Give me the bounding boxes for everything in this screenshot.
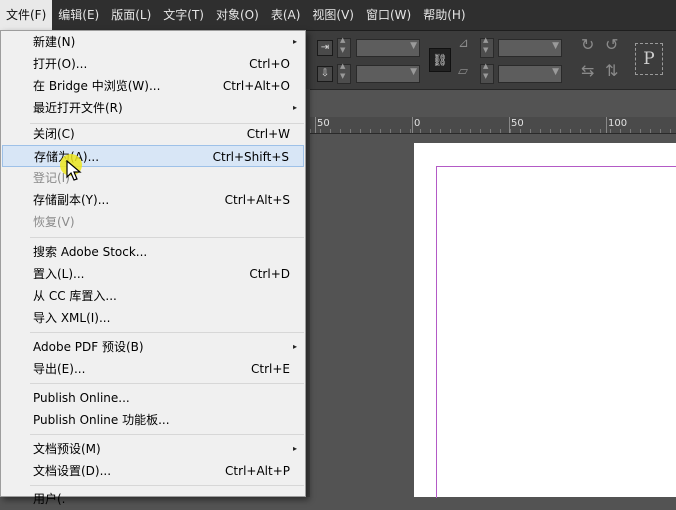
- ruler-tick: 50: [317, 118, 330, 129]
- spinner-angle[interactable]: [480, 36, 494, 58]
- shear-icon: ▱: [458, 64, 468, 79]
- menu-item-publish-online[interactable]: Publish Online...: [2, 387, 304, 409]
- menu-item-document-presets[interactable]: 文档预设(M) ▸: [2, 438, 304, 460]
- menu-item-adobe-pdf-presets[interactable]: Adobe PDF 预设(B) ▸: [2, 336, 304, 358]
- flip-vertical-icon[interactable]: ⇅: [605, 61, 618, 80]
- menu-item-publish-online-panel[interactable]: Publish Online 功能板...: [2, 409, 304, 431]
- align-bottom-icon[interactable]: ⇩: [317, 66, 333, 82]
- control-panel: ⇥ ▼ ⇩ ▼ ⛓ ⊿ ▼ ▱ ▼ ↻ ↺ ⇆ ⇅ P: [300, 31, 676, 90]
- menu-item-close[interactable]: 关闭(C) Ctrl+W: [2, 123, 304, 145]
- spinner-top[interactable]: [337, 36, 351, 58]
- menu-layout[interactable]: 版面(L): [105, 0, 157, 30]
- menu-item-check-in: 登记(I): [33, 171, 70, 185]
- menu-object[interactable]: 对象(O): [210, 0, 265, 30]
- ruler-tick: 0: [414, 118, 421, 129]
- spinner-shear[interactable]: [480, 62, 494, 84]
- menu-window[interactable]: 窗口(W): [360, 0, 417, 30]
- menu-item-open[interactable]: 打开(O)... Ctrl+O: [2, 53, 304, 75]
- submenu-arrow-icon: ▸: [292, 342, 297, 351]
- menu-separator: [30, 485, 304, 486]
- chain-link-icon[interactable]: ⛓: [429, 48, 451, 72]
- reference-point-p-icon[interactable]: P: [635, 43, 663, 75]
- menu-item-document-setup[interactable]: 文档设置(D)... Ctrl+Alt+P: [2, 460, 304, 482]
- menu-item-open-recent[interactable]: 最近打开文件(R) ▸: [2, 97, 304, 119]
- menu-item-place[interactable]: 置入(L)... Ctrl+D: [2, 263, 304, 285]
- mouse-pointer-icon: [66, 160, 82, 181]
- menu-item-save-as[interactable]: 存储为(A)... Ctrl+Shift+S: [2, 145, 304, 167]
- menu-table[interactable]: 表(A): [265, 0, 307, 30]
- rotate-cw-icon[interactable]: ↻: [581, 35, 594, 54]
- menu-help[interactable]: 帮助(H): [417, 0, 471, 30]
- flip-horizontal-icon[interactable]: ⇆: [581, 61, 594, 80]
- top-inset-field[interactable]: ▼: [356, 39, 420, 57]
- menu-edit[interactable]: 编辑(E): [52, 0, 105, 30]
- menu-item-import-xml[interactable]: 导入 XML(I)...: [2, 307, 304, 329]
- submenu-arrow-icon: ▸: [292, 37, 297, 46]
- menu-item-user[interactable]: 用户(.: [2, 488, 304, 510]
- menu-item-save-copy[interactable]: 存储副本(Y)... Ctrl+Alt+S: [2, 189, 304, 211]
- ruler-tick: 50: [511, 118, 524, 129]
- menu-item-export[interactable]: 导出(E)... Ctrl+E: [2, 358, 304, 380]
- menu-separator: [30, 332, 304, 333]
- menu-separator: [30, 237, 304, 238]
- bottom-inset-field[interactable]: ▼: [356, 65, 420, 83]
- spinner-bottom[interactable]: [337, 62, 351, 84]
- menu-type[interactable]: 文字(T): [157, 0, 210, 30]
- menu-view[interactable]: 视图(V): [306, 0, 360, 30]
- align-top-icon[interactable]: ⇥: [317, 40, 333, 56]
- menu-item-search-adobe-stock[interactable]: 搜索 Adobe Stock...: [2, 241, 304, 263]
- menu-separator: [30, 434, 304, 435]
- menu-separator: [30, 383, 304, 384]
- submenu-arrow-icon: ▸: [292, 444, 297, 453]
- ruler-tick: 100: [608, 118, 628, 129]
- angle-icon: ⊿: [458, 36, 469, 51]
- menu-file[interactable]: 文件(F): [0, 0, 53, 30]
- margin-guide: [436, 166, 676, 498]
- angle-field[interactable]: ▼: [498, 39, 562, 57]
- menu-bar: 文件(F) 编辑(E) 版面(L) 文字(T) 对象(O) 表(A) 视图(V)…: [0, 0, 676, 31]
- submenu-arrow-icon: ▸: [292, 103, 297, 112]
- shear-field[interactable]: ▼: [498, 65, 562, 83]
- rotate-ccw-icon[interactable]: ↺: [605, 35, 618, 54]
- menu-item-new[interactable]: 新建(N) ▸: [2, 31, 304, 53]
- menu-item-browse-in-bridge[interactable]: 在 Bridge 中浏览(W)... Ctrl+Alt+O: [2, 75, 304, 97]
- horizontal-ruler: 50 0 50 100: [310, 117, 676, 134]
- menu-item-place-from-cc-library[interactable]: 从 CC 库置入...: [2, 285, 304, 307]
- menu-item-revert: 恢复(V): [33, 215, 75, 229]
- file-menu-dropdown: 新建(N) ▸ 打开(O)... Ctrl+O 在 Bridge 中浏览(W).…: [0, 30, 306, 506]
